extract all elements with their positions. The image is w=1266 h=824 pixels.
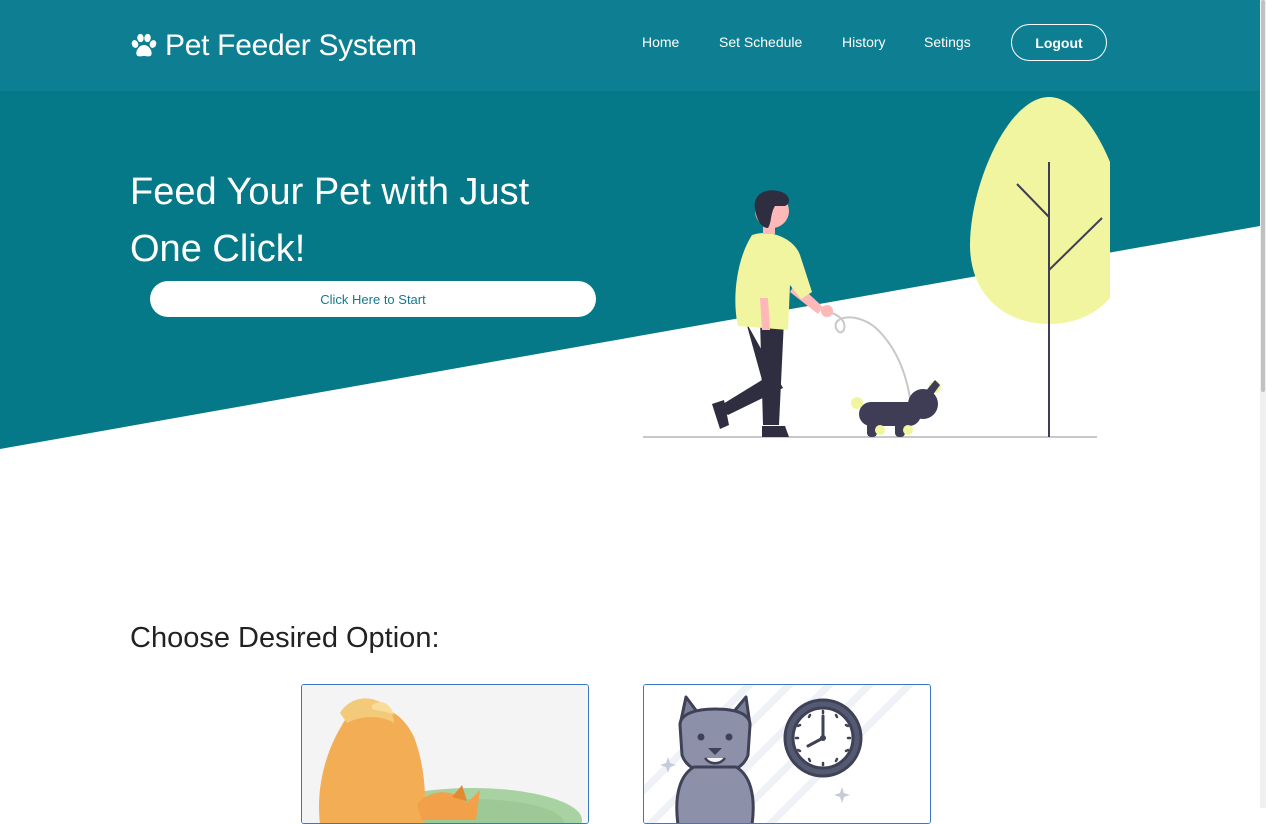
person-walking-dog-illustration xyxy=(643,97,1110,438)
nav-home[interactable]: Home xyxy=(642,33,679,51)
nav-settings[interactable]: Setings xyxy=(924,33,971,51)
option-card-feed-now[interactable] xyxy=(301,684,589,824)
brand-title: Pet Feeder System xyxy=(165,29,417,62)
start-button[interactable]: Click Here to Start xyxy=(150,281,596,317)
options-title: Choose Desired Option: xyxy=(130,622,440,654)
brand-logo[interactable]: Pet Feeder System xyxy=(130,28,417,64)
scrollbar-thumb[interactable] xyxy=(1261,0,1265,392)
navbar: Pet Feeder System Home Set Schedule Hist… xyxy=(0,0,1260,91)
paw-icon xyxy=(131,33,157,57)
hero-title: Feed Your Pet with Just One Click! xyxy=(130,171,530,270)
dog-clock-illustration xyxy=(644,685,930,823)
option-card-schedule[interactable] xyxy=(643,684,931,824)
cat-eating-illustration xyxy=(302,685,588,823)
nav-set-schedule[interactable]: Set Schedule xyxy=(719,33,802,51)
nav-history[interactable]: History xyxy=(842,33,886,51)
logout-button[interactable]: Logout xyxy=(1011,24,1107,61)
